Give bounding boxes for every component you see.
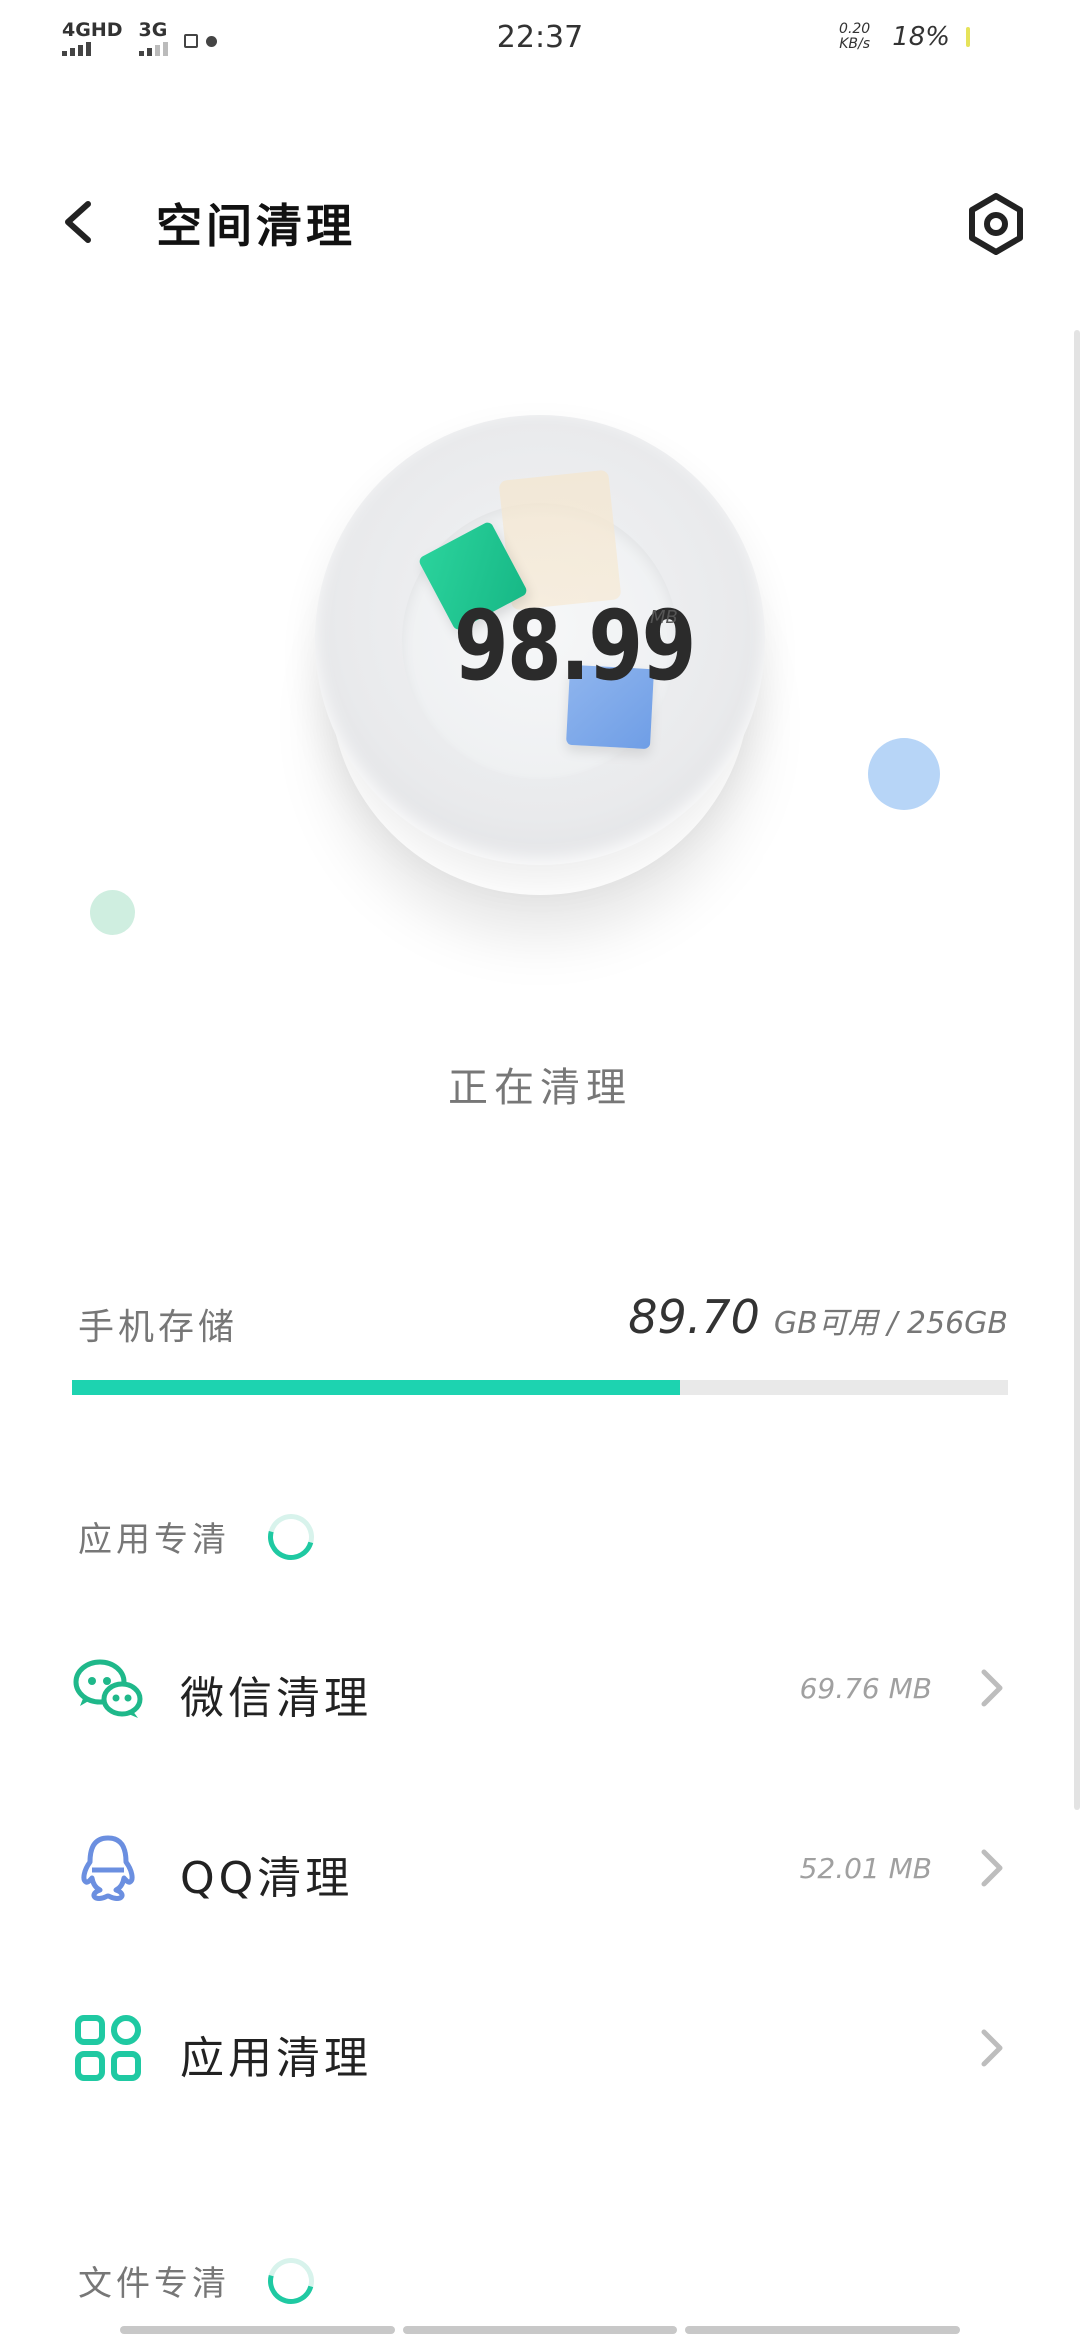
section-file-clean-header: 文件专清 xyxy=(78,2249,323,2312)
net-speed-unit: KB/s xyxy=(839,36,871,52)
decorative-bubble-blue xyxy=(868,738,940,810)
list-item-app-clean[interactable]: 应用清理 xyxy=(0,1978,1080,2118)
status-right: 0.20 KB/s 18% xyxy=(839,22,970,52)
qq-clean-label: QQ清理 xyxy=(180,1853,354,1904)
loading-spinner-icon xyxy=(259,2249,323,2312)
storage-free: 89.70 GB可用 / 256GB xyxy=(628,1290,1008,1344)
chevron-right-icon xyxy=(981,1849,1003,1887)
junk-size-value: 98.99 xyxy=(453,590,696,702)
qq-icon xyxy=(81,1835,135,1902)
battery-icon xyxy=(966,27,970,47)
section-title: 文件专清 xyxy=(78,2264,230,2304)
status-bar: 4GHD 3G 22:37 0.20 KB/s 18% xyxy=(0,0,1080,80)
chevron-right-icon xyxy=(981,2029,1003,2067)
storage-label: 手机存储 xyxy=(78,1307,239,1348)
cleaning-status-text: 正在清理 xyxy=(448,1065,632,1111)
qq-clean-size: 52.01 MB xyxy=(799,1852,932,1885)
net-speed-value: 0.20 xyxy=(839,21,871,37)
wechat-clean-label: 微信清理 xyxy=(180,1673,372,1724)
app-clean-label: 应用清理 xyxy=(180,2033,372,2084)
cleaning-animation: 98.99 MB xyxy=(300,395,780,885)
phone-screen: 4GHD 3G 22:37 0.20 KB/s 18% 空间清理 98.99 M… xyxy=(0,0,1080,2340)
loading-spinner-icon xyxy=(259,1505,323,1568)
settings-gear-icon xyxy=(969,193,1023,255)
storage-progress-fill xyxy=(72,1380,681,1395)
section-app-clean-header: 应用专清 xyxy=(78,1505,323,1568)
battery-percent: 18% xyxy=(892,22,950,52)
list-item-wechat-clean[interactable]: 微信清理 69.76 MB xyxy=(0,1618,1080,1758)
back-arrow-icon xyxy=(65,201,91,243)
page-title: 空间清理 xyxy=(156,199,356,253)
storage-free-value: 89.70 xyxy=(628,1290,760,1344)
decorative-bubble-green xyxy=(90,890,135,935)
wechat-clean-size: 69.76 MB xyxy=(799,1672,932,1705)
back-button[interactable] xyxy=(56,198,104,246)
section-title: 应用专清 xyxy=(78,1520,230,1560)
app-header: 空间清理 xyxy=(0,180,1080,260)
bottom-page-indicator xyxy=(120,2326,961,2334)
settings-button[interactable] xyxy=(964,192,1028,256)
apps-grid-icon xyxy=(75,2015,141,2081)
junk-size-unit: MB xyxy=(650,607,678,628)
scrollbar[interactable] xyxy=(1074,330,1080,1810)
net-speed: 0.20 KB/s xyxy=(839,22,870,52)
chevron-right-icon xyxy=(981,1669,1003,1707)
storage-free-suffix: GB可用 / 256GB xyxy=(773,1306,1008,1341)
storage-progress-bar xyxy=(72,1380,1008,1395)
wechat-icon xyxy=(73,1659,143,1718)
list-item-qq-clean[interactable]: QQ清理 52.01 MB xyxy=(0,1798,1080,1938)
